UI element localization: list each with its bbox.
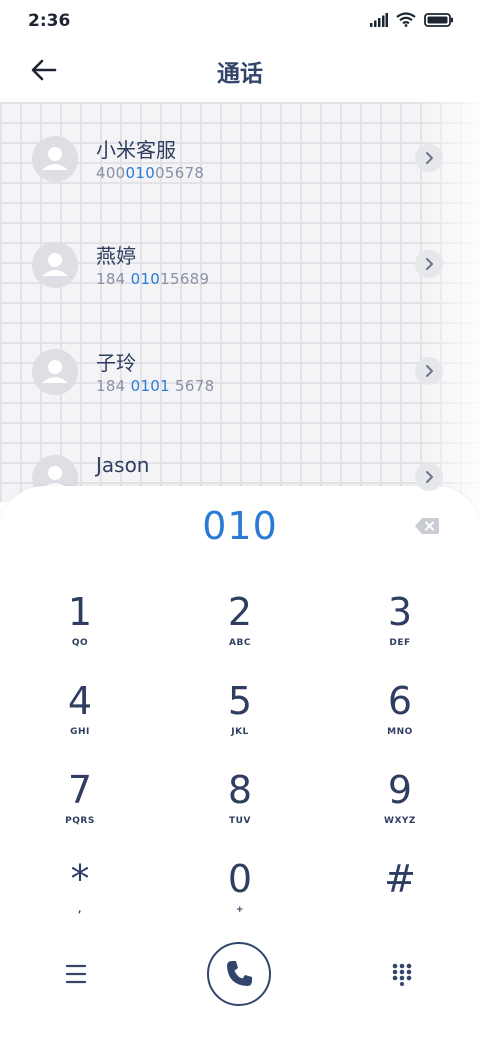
key-letters: PQRS [65,816,95,826]
contact-detail-button[interactable] [415,144,443,172]
status-time: 2:36 [28,11,71,31]
key-letters: ABC [229,638,251,648]
number-part: 05678 [155,164,205,182]
key-digit: 6 [387,679,413,723]
chevron-right-icon [426,258,433,270]
status-icons [370,12,454,27]
dialer-panel: 010 1 QO 2 ABC 3 DEF 4 GHI 5 JKL 6 MNO 7… [0,486,480,1040]
key-letters: + [235,905,245,915]
contact-number: 184 01015689 [96,270,209,288]
avatar [32,242,78,288]
key-digit: 7 [67,768,93,812]
phone-icon [227,961,252,986]
header: 通话 [0,40,480,102]
contact-name: 小米客服 [96,138,176,162]
person-icon [42,360,68,383]
contact-row[interactable]: 小米客服 40001005678 [0,136,480,226]
key-letters: JKL [231,727,249,737]
key-letters: QO [71,638,89,648]
dialer-actions [0,936,480,1016]
chevron-right-icon [426,365,433,377]
person-icon [42,253,68,276]
key-letters: TUV [229,816,251,826]
key-letters: DEF [389,638,411,648]
contact-list[interactable]: 小米客服 40001005678 燕婷 184 01015689 子玲 184 … [0,102,480,502]
contact-name: 子玲 [96,351,136,375]
key-digit: 4 [67,679,93,723]
chevron-right-icon [426,152,433,164]
key-digit: * [70,857,90,901]
number-part: 15689 [160,270,210,288]
key-0[interactable]: 0 + [185,857,295,937]
key-letters: WXYZ [384,816,416,826]
menu-icon [65,964,87,984]
contact-row[interactable]: 燕婷 184 01015689 [0,242,480,332]
key-4[interactable]: 4 GHI [25,679,135,759]
contact-number: 40001005678 [96,164,204,182]
contact-row[interactable]: 子玲 184 0101 5678 [0,349,480,439]
key-star[interactable]: * , [25,857,135,937]
keypad-toggle-button[interactable] [390,962,414,986]
key-3[interactable]: 3 DEF [345,590,455,670]
menu-button[interactable] [62,960,90,988]
number-part: 184 [96,377,131,395]
number-match: 0101 [130,377,170,395]
number-part: 184 [96,270,131,288]
key-digit: 9 [387,768,413,812]
key-letters: MNO [387,727,413,737]
key-6[interactable]: 6 MNO [345,679,455,759]
number-part: 5678 [169,377,215,395]
number-match: 010 [125,164,156,182]
avatar [32,349,78,395]
contact-detail-button[interactable] [415,463,443,491]
key-digit: 5 [227,679,253,723]
contact-name: Jason [96,453,150,477]
status-bar: 2:36 [0,0,480,40]
key-letters: , [78,905,82,915]
contact-number: 184 0101 5678 [96,377,214,395]
chevron-right-icon [426,471,433,483]
key-digit: 1 [67,590,93,634]
person-icon [42,147,68,170]
key-letters: GHI [70,727,90,737]
backspace-button[interactable] [414,516,440,536]
key-7[interactable]: 7 PQRS [25,768,135,848]
keypad-icon [392,963,412,986]
contact-detail-button[interactable] [415,357,443,385]
battery-icon [424,12,453,27]
key-2[interactable]: 2 ABC [185,590,295,670]
avatar [32,136,78,182]
dial-input[interactable]: 010 [0,504,480,548]
key-1[interactable]: 1 QO [25,590,135,670]
key-digit: 0 [227,857,253,901]
signal-icon [370,12,388,27]
key-digit: 8 [227,768,253,812]
call-button[interactable] [207,942,271,1006]
number-match: 010 [130,270,161,288]
contact-name: 燕婷 [96,244,136,268]
key-digit: 2 [227,590,253,634]
page-title: 通话 [217,61,263,87]
key-8[interactable]: 8 TUV [185,768,295,848]
key-hash[interactable]: # [345,857,455,937]
key-5[interactable]: 5 JKL [185,679,295,759]
key-digit: 3 [387,590,413,634]
key-9[interactable]: 9 WXYZ [345,768,455,848]
number-part: 400 [96,164,126,182]
backspace-icon [415,518,439,534]
wifi-icon [396,12,416,27]
contact-detail-button[interactable] [415,250,443,278]
key-digit: # [384,857,416,901]
